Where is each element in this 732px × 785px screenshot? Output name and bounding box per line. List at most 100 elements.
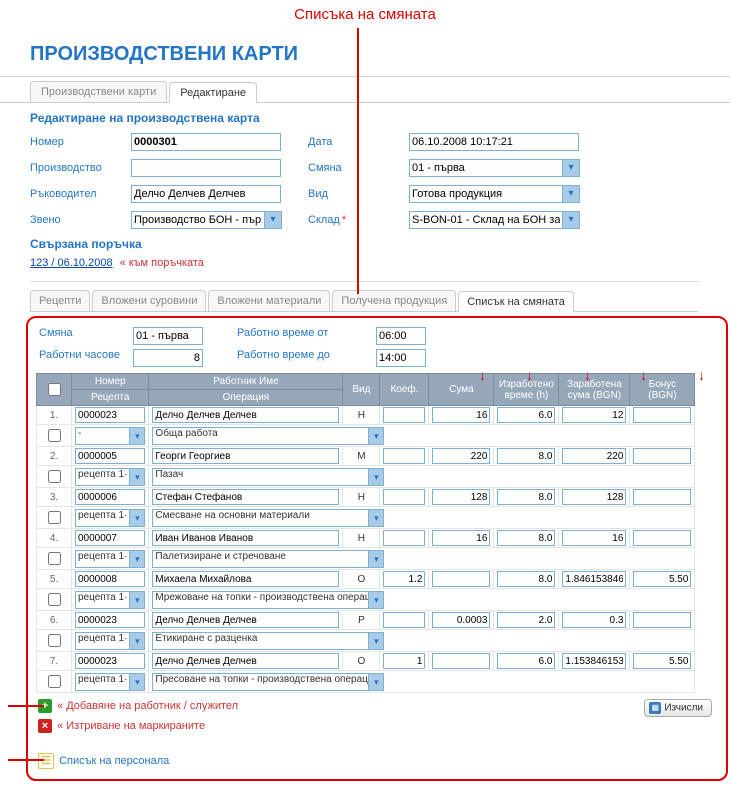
- input-bonus[interactable]: [633, 448, 691, 464]
- chevron-down-icon[interactable]: ▾: [368, 509, 384, 527]
- input-ruk[interactable]: [131, 185, 281, 203]
- input-vreme[interactable]: [497, 571, 555, 587]
- input-worker-name[interactable]: [152, 489, 339, 505]
- input-worker-name[interactable]: [152, 571, 339, 587]
- checkbox-row[interactable]: [48, 470, 61, 483]
- personnel-list-link[interactable]: Списък на персонала: [59, 755, 169, 767]
- checkbox-row[interactable]: [48, 552, 61, 565]
- select-operacia[interactable]: Обща работа▾: [152, 427, 384, 445]
- input-worker-nomer[interactable]: [75, 612, 145, 628]
- checkbox-row[interactable]: [48, 593, 61, 606]
- input-koef[interactable]: [383, 530, 425, 546]
- input-worker-name[interactable]: [152, 612, 339, 628]
- input-worker-nomer[interactable]: [75, 448, 145, 464]
- checkbox-select-all[interactable]: [48, 383, 61, 396]
- input-zarab[interactable]: [562, 571, 626, 587]
- linked-order-link[interactable]: 123 / 06.10.2008: [30, 257, 113, 269]
- chevron-down-icon[interactable]: ▾: [129, 673, 145, 691]
- input-bonus[interactable]: [633, 530, 691, 546]
- input-data[interactable]: [409, 133, 579, 151]
- input-worker-nomer[interactable]: [75, 530, 145, 546]
- delete-selected-link[interactable]: « Изтриване на маркираните: [57, 720, 205, 732]
- input-suma[interactable]: [432, 571, 490, 587]
- input-wt-from[interactable]: [376, 327, 426, 345]
- add-worker-link[interactable]: « Добавяне на работник / служител: [57, 700, 238, 712]
- chevron-down-icon[interactable]: ▾: [563, 159, 580, 177]
- select-recepta[interactable]: -▾: [75, 427, 145, 445]
- input-koef[interactable]: [383, 653, 425, 669]
- chevron-down-icon[interactable]: ▾: [129, 468, 145, 486]
- chevron-down-icon[interactable]: ▾: [563, 185, 580, 203]
- select-recepta[interactable]: рецепта 1·▾: [75, 468, 145, 486]
- chevron-down-icon[interactable]: ▾: [265, 211, 282, 229]
- input-bonus[interactable]: [633, 407, 691, 423]
- input-koef[interactable]: [383, 571, 425, 587]
- input-worker-name[interactable]: [152, 530, 339, 546]
- tab-cards[interactable]: Производствени карти: [30, 81, 167, 102]
- checkbox-row[interactable]: [48, 511, 61, 524]
- input-worker-name[interactable]: [152, 653, 339, 669]
- input-zarab[interactable]: [562, 612, 626, 628]
- input-vreme[interactable]: [497, 530, 555, 546]
- input-worker-nomer[interactable]: [75, 407, 145, 423]
- chevron-down-icon[interactable]: ▾: [368, 427, 384, 445]
- chevron-down-icon[interactable]: ▾: [129, 509, 145, 527]
- select-sklad[interactable]: ▾: [409, 211, 580, 229]
- input-zarab[interactable]: [562, 489, 626, 505]
- input-koef[interactable]: [383, 612, 425, 628]
- input-zarab[interactable]: [562, 530, 626, 546]
- input-suma[interactable]: [432, 448, 490, 464]
- chevron-down-icon[interactable]: ▾: [368, 468, 384, 486]
- select-recepta[interactable]: рецепта 1·▾: [75, 591, 145, 609]
- input-nomer[interactable]: [131, 133, 281, 151]
- input-koef[interactable]: [383, 489, 425, 505]
- checkbox-row[interactable]: [48, 675, 61, 688]
- chevron-down-icon[interactable]: ▾: [129, 427, 145, 445]
- chevron-down-icon[interactable]: ▾: [129, 550, 145, 568]
- input-worker-nomer[interactable]: [75, 489, 145, 505]
- input-vreme[interactable]: [497, 407, 555, 423]
- input-proizv[interactable]: [131, 159, 281, 177]
- chevron-down-icon[interactable]: ▾: [129, 591, 145, 609]
- input-bonus[interactable]: [633, 571, 691, 587]
- input-wt-to[interactable]: [376, 349, 426, 367]
- tab-edit[interactable]: Редактиране: [169, 82, 257, 103]
- input-suma[interactable]: [432, 530, 490, 546]
- input-suma[interactable]: [432, 489, 490, 505]
- delete-icon[interactable]: ×: [38, 719, 52, 733]
- select-recepta[interactable]: рецепта 1·▾: [75, 632, 145, 650]
- input-koef[interactable]: [383, 448, 425, 464]
- input-vreme[interactable]: [497, 448, 555, 464]
- chevron-down-icon[interactable]: ▾: [368, 550, 384, 568]
- input-worker-name[interactable]: [152, 448, 339, 464]
- select-recepta[interactable]: рецепта 1·▾: [75, 673, 145, 691]
- select-zveno[interactable]: ▾: [131, 211, 282, 229]
- input-zarab[interactable]: [562, 653, 626, 669]
- chevron-down-icon[interactable]: ▾: [563, 211, 580, 229]
- checkbox-row[interactable]: [48, 634, 61, 647]
- input-smyana2[interactable]: [133, 327, 203, 345]
- input-koef[interactable]: [383, 407, 425, 423]
- input-bonus[interactable]: [633, 612, 691, 628]
- select-operacia[interactable]: Палетизиране и стречоване▾: [152, 550, 384, 568]
- chevron-down-icon[interactable]: ▾: [368, 673, 384, 691]
- input-worker-name[interactable]: [152, 407, 339, 423]
- input-worker-nomer[interactable]: [75, 571, 145, 587]
- input-bonus[interactable]: [633, 653, 691, 669]
- select-vid[interactable]: ▾: [409, 185, 580, 203]
- checkbox-row[interactable]: [48, 429, 61, 442]
- tab-surovini[interactable]: Вложени суровини: [92, 290, 206, 311]
- select-operacia[interactable]: Пресоване на топки - производствена опер…: [152, 673, 384, 691]
- input-zarab[interactable]: [562, 407, 626, 423]
- select-operacia[interactable]: Пазач▾: [152, 468, 384, 486]
- input-worker-nomer[interactable]: [75, 653, 145, 669]
- input-suma[interactable]: [432, 653, 490, 669]
- select-recepta[interactable]: рецепта 1·▾: [75, 509, 145, 527]
- input-vreme[interactable]: [497, 612, 555, 628]
- tab-recepti[interactable]: Рецепти: [30, 290, 90, 311]
- chevron-down-icon[interactable]: ▾: [129, 632, 145, 650]
- input-zarab[interactable]: [562, 448, 626, 464]
- list-icon[interactable]: ☰: [38, 753, 54, 769]
- input-wh[interactable]: [133, 349, 203, 367]
- select-recepta[interactable]: рецепта 1·▾: [75, 550, 145, 568]
